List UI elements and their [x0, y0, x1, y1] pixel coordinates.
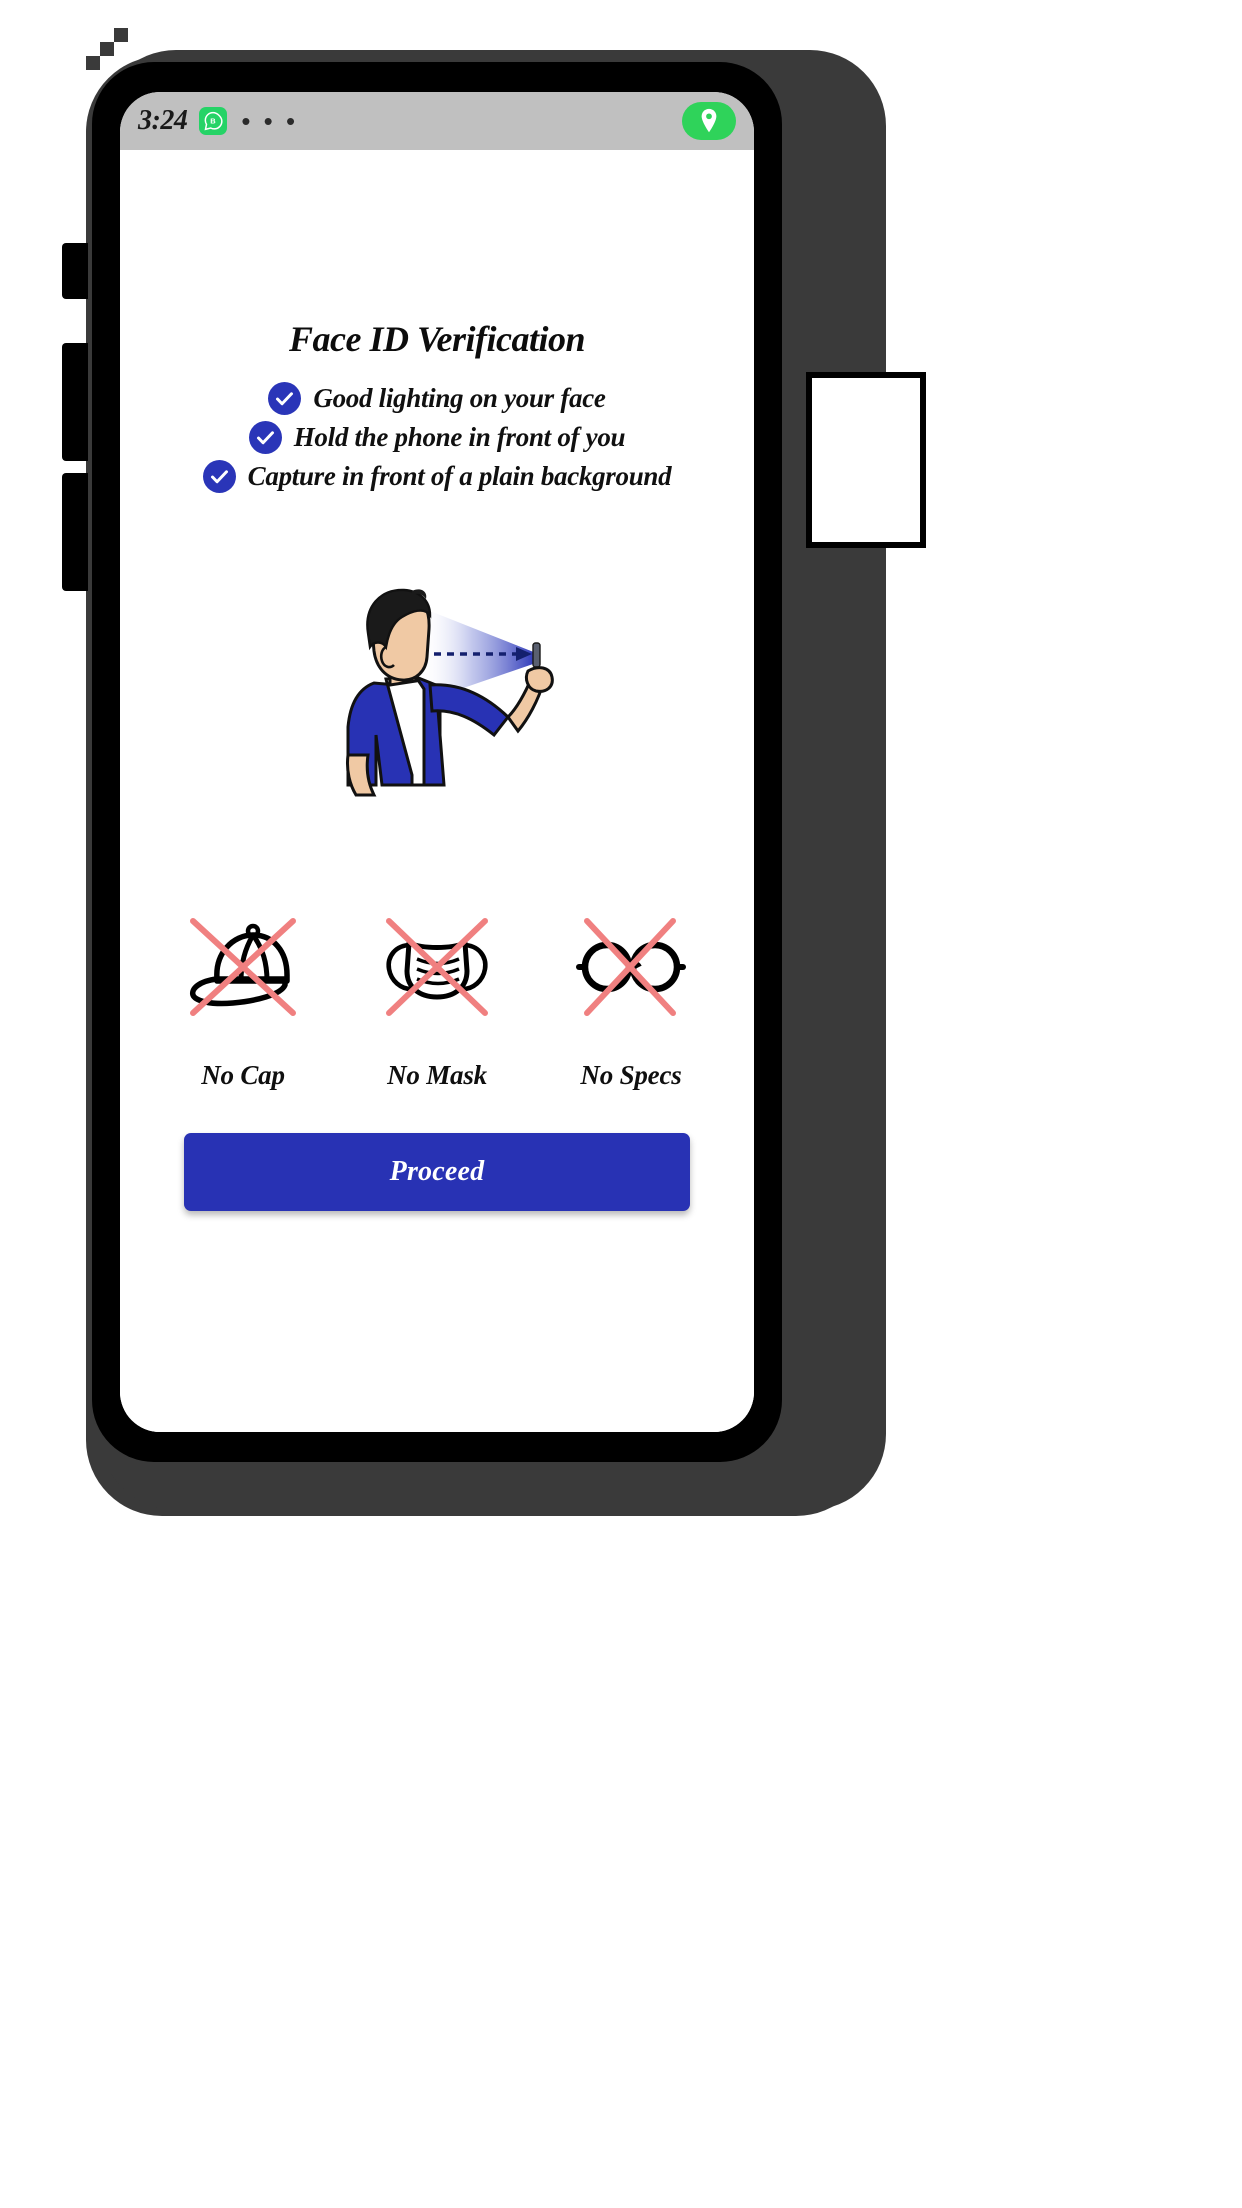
- person-taking-selfie-illustration: [346, 588, 554, 797]
- corner-artifact: [100, 42, 114, 56]
- checklist-label: Capture in front of a plain background: [247, 461, 672, 491]
- status-bar-overflow-dots: • • •: [241, 106, 299, 136]
- check-glyph: [276, 392, 294, 406]
- checklist-item-plain-background: Capture in front of a plain background: [202, 460, 672, 493]
- verification-checklist: Good lighting on your face Hold the phon…: [120, 382, 754, 493]
- restriction-no-specs: No Specs: [546, 908, 716, 1091]
- corner-artifact: [114, 28, 128, 42]
- phone-side-button-mute[interactable]: [62, 243, 88, 299]
- cap-crossed-glyph: [189, 918, 296, 1016]
- phone-screen: 3:24 B • • • Face ID Verification Good l…: [120, 92, 754, 1432]
- proceed-button-container: Proceed: [120, 1133, 754, 1211]
- corner-artifact: [86, 56, 100, 70]
- checklist-label: Good lighting on your face: [313, 383, 606, 413]
- mask-crossed-icon: [367, 908, 507, 1026]
- screenshot-root: 3:24 B • • • Face ID Verification Good l…: [0, 0, 1242, 2208]
- whatsapp-business-icon[interactable]: B: [199, 107, 228, 135]
- right-side-panel: [806, 372, 926, 548]
- restriction-no-cap: No Cap: [158, 908, 328, 1091]
- phone-side-button-volume-up[interactable]: [62, 343, 88, 461]
- mask-crossed-glyph: [386, 918, 488, 1016]
- location-pin-icon[interactable]: [682, 102, 736, 140]
- proceed-button[interactable]: Proceed: [184, 1133, 690, 1211]
- status-bar-time: 3:24: [138, 105, 188, 136]
- status-bar: 3:24 B • • •: [120, 92, 754, 150]
- phone-side-button-volume-down[interactable]: [62, 473, 88, 591]
- check-glyph: [256, 431, 274, 445]
- restrictions-row: No Cap No Mask No Specs: [120, 908, 754, 1091]
- svg-text:B: B: [211, 117, 217, 126]
- page-title: Face ID Verification: [289, 319, 585, 359]
- restriction-label: No Cap: [201, 1060, 285, 1090]
- sleeve: [428, 683, 511, 738]
- checklist-label: Hold the phone in front of you: [293, 422, 626, 452]
- held-phone: [532, 642, 541, 668]
- location-pin-glyph: [701, 108, 717, 133]
- glasses-crossed-icon: [561, 908, 701, 1026]
- whatsapp-business-glyph: B: [204, 111, 223, 131]
- main-content: Face ID Verification Good lighting on yo…: [120, 150, 754, 1432]
- restriction-label: No Specs: [580, 1060, 682, 1090]
- check-circle-icon: [202, 460, 236, 493]
- glasses-crossed-glyph: [576, 918, 686, 1016]
- check-circle-icon: [248, 421, 282, 454]
- restriction-label: No Mask: [387, 1060, 487, 1090]
- check-circle-icon: [268, 382, 302, 415]
- checklist-item-hold-phone: Hold the phone in front of you: [248, 421, 626, 454]
- restriction-no-mask: No Mask: [352, 908, 522, 1091]
- illustration-container: [120, 585, 754, 800]
- checklist-item-lighting: Good lighting on your face: [268, 382, 606, 415]
- hand: [524, 666, 554, 693]
- check-glyph: [210, 470, 228, 484]
- cap-crossed-icon: [173, 908, 313, 1026]
